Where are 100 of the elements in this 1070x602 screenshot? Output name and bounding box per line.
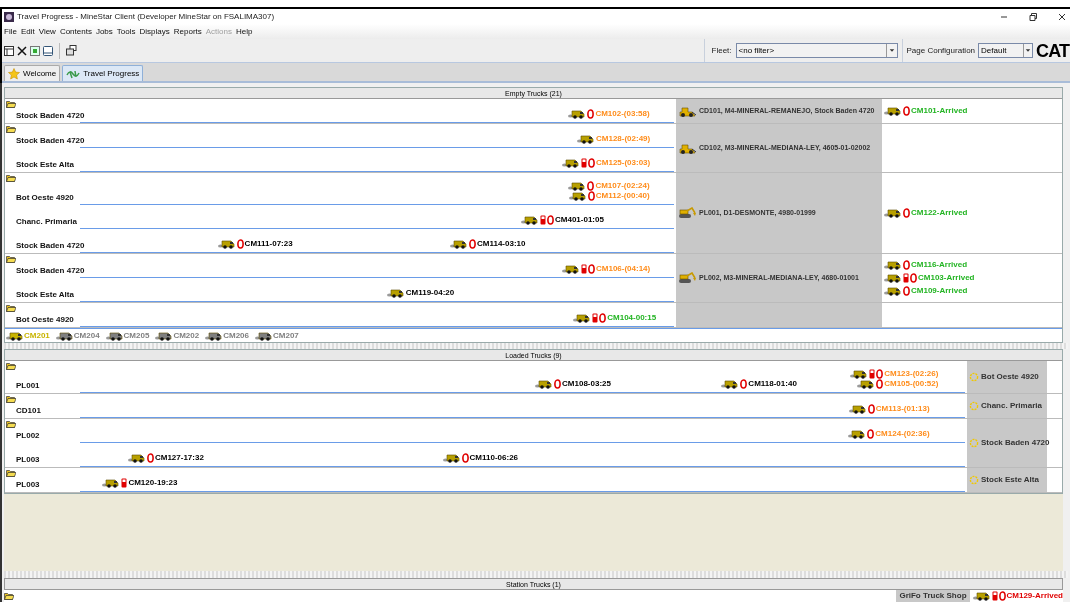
folder-icon xyxy=(6,174,16,182)
truck-label: CM118-01:40 xyxy=(748,379,797,389)
folder-icon xyxy=(6,304,16,312)
truck-label: CM401-01:05 xyxy=(555,215,604,225)
caret-icon xyxy=(1023,44,1033,57)
menu-item[interactable]: Tools xyxy=(116,25,136,38)
page-configuration-dropdown[interactable]: Default xyxy=(978,43,1034,58)
truck-icon xyxy=(255,330,273,341)
truck-label: CM107-(02:24) xyxy=(595,181,650,191)
menu-item[interactable]: Contents xyxy=(59,25,92,38)
truck-icon xyxy=(155,330,174,341)
truck-icon xyxy=(105,330,124,341)
truck-label: CM116-Arrived xyxy=(911,260,968,270)
route-label: Stock Este Alta xyxy=(15,289,75,301)
menu-item[interactable]: Jobs xyxy=(95,25,113,38)
folder-icon xyxy=(6,362,16,370)
star-icon xyxy=(8,67,20,80)
truck-label: CM207 xyxy=(273,330,299,341)
folder-icon xyxy=(6,255,16,263)
route-label: PL003 xyxy=(15,454,41,466)
loader-icon xyxy=(677,142,697,154)
page-configuration-label: Page Configuration xyxy=(906,44,976,57)
destination-label: Stock Este Alta xyxy=(981,474,1039,486)
tab[interactable]: Travel Progress xyxy=(62,65,144,81)
truck-label: CM102-(03:58) xyxy=(595,109,650,119)
stack-icon[interactable] xyxy=(66,45,77,56)
document-icon[interactable] xyxy=(30,45,40,56)
window-title: Travel Progress - MineStar Client (Developer MineStar on FSALIMA307) xyxy=(17,10,275,23)
truck-label: CM112-(00:40) xyxy=(595,191,650,201)
truck-label: CM104-00:15 xyxy=(607,313,657,323)
loader-icon xyxy=(677,105,697,117)
truck-icon xyxy=(6,330,24,341)
menu-item[interactable]: View xyxy=(38,25,56,38)
folder-icon xyxy=(6,100,16,108)
route-label: Bot Oeste 4920 xyxy=(15,314,75,326)
route-label: Bot Oeste 4920 xyxy=(15,192,75,204)
truck-icon xyxy=(884,273,902,283)
ring-icon xyxy=(969,438,979,448)
menu-item[interactable]: Reports xyxy=(173,25,202,38)
close-icon[interactable] xyxy=(17,45,27,56)
ring-icon xyxy=(969,372,979,382)
truck-label: CM129-Arrived xyxy=(1006,591,1063,601)
truck-icon xyxy=(972,591,991,601)
station-label: GriFo Truck Shop xyxy=(896,590,970,602)
ring-icon xyxy=(969,401,979,411)
truck-label: CM127-17:32 xyxy=(154,453,204,463)
truck-label: CM124-(02:36) xyxy=(875,429,930,439)
tab[interactable]: Welcome xyxy=(4,65,61,81)
destination-label: Bot Oeste 4920 xyxy=(981,371,1039,383)
window-icon[interactable] xyxy=(43,45,53,56)
excavator-icon xyxy=(677,207,697,219)
truck-icon xyxy=(850,369,869,379)
truck-label: CM125-(03:03) xyxy=(596,158,651,168)
route-label: Chanc. Primaria xyxy=(15,216,78,228)
truck-label: CM120-19:23 xyxy=(128,478,178,488)
logo: CAT xyxy=(1036,41,1070,60)
folder-icon xyxy=(6,420,16,428)
truck-label: CM204 xyxy=(73,330,100,341)
truck-label: CM114-03:10 xyxy=(477,239,526,249)
truck-label: CM105-(00:52) xyxy=(884,379,939,389)
truck-label: CM109-Arrived xyxy=(911,286,968,296)
menu-item[interactable]: File xyxy=(4,25,17,38)
truck-label: CM128-(02:49) xyxy=(596,134,651,144)
destination-label: Stock Baden 4720 xyxy=(981,437,1050,449)
fleet-label: Fleet: xyxy=(711,44,732,57)
caret-icon xyxy=(885,44,897,57)
truck-label: CM113-(01:13) xyxy=(875,404,930,414)
app-icon xyxy=(4,11,14,22)
window-icon[interactable] xyxy=(4,45,14,56)
truck-label: CM123-(02:26) xyxy=(884,369,939,379)
route-label: PL003 xyxy=(15,479,41,491)
route-icon xyxy=(66,68,81,79)
truck-icon xyxy=(205,330,224,341)
truck-label: CM205 xyxy=(123,330,150,341)
menu-item[interactable]: Help xyxy=(236,25,253,38)
route-label: CD101 xyxy=(15,405,42,417)
menu-item[interactable]: Edit xyxy=(20,25,35,38)
restore-icon[interactable] xyxy=(1029,12,1037,21)
truck-label: CM119-04:20 xyxy=(405,288,455,298)
truck-icon xyxy=(573,313,592,323)
folder-icon xyxy=(6,469,16,477)
truck-label: CM111-07:23 xyxy=(244,239,293,249)
truck-label: CM101-Arrived xyxy=(911,106,968,116)
excavator-icon xyxy=(677,272,697,284)
destination-label: Chanc. Primaria xyxy=(981,400,1042,412)
fleet-dropdown[interactable]: <no filter> xyxy=(735,43,898,58)
truck-label: CM202 xyxy=(173,330,200,341)
menu-item[interactable]: Displays xyxy=(139,25,170,38)
truck-label: CM106-(04:14) xyxy=(596,264,651,274)
truck-label: CM122-Arrived xyxy=(911,208,968,218)
route-label: PL002 xyxy=(15,430,41,442)
truck-icon xyxy=(562,158,580,168)
truck-icon xyxy=(55,330,74,341)
folder-icon xyxy=(6,125,16,133)
truck-icon xyxy=(562,264,580,274)
route-label: Stock Este Alta xyxy=(15,159,75,171)
close-icon[interactable] xyxy=(1058,12,1066,21)
truck-icon xyxy=(521,215,539,225)
route-label: PL001 xyxy=(15,380,41,392)
folder-icon xyxy=(6,395,16,403)
